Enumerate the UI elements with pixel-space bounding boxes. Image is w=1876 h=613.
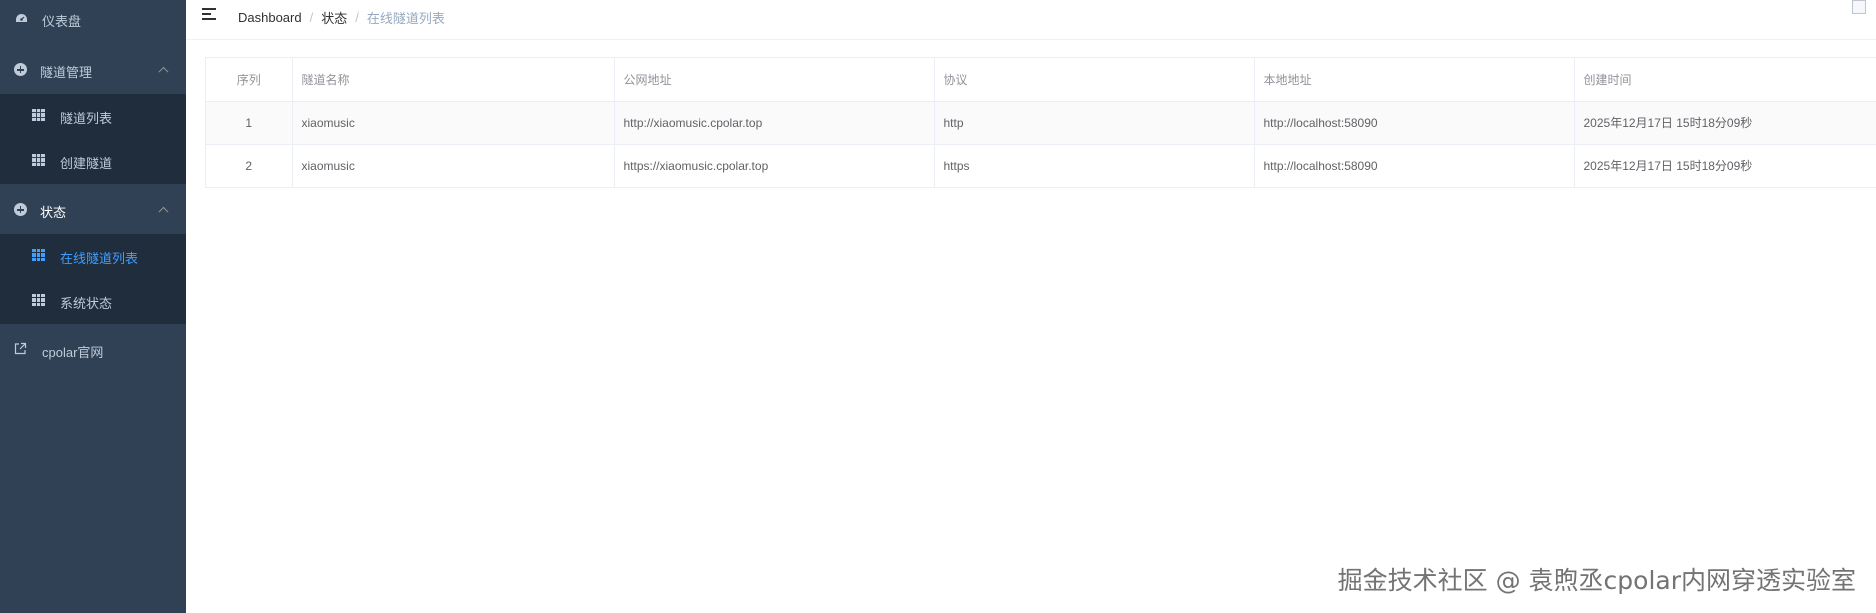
breadcrumb-separator: / <box>355 10 359 25</box>
plus-circle-icon <box>14 63 27 76</box>
sidebar-item-label: 状态 <box>40 205 67 220</box>
column-header-name: 隧道名称 <box>292 58 615 102</box>
submenu-tunnel-management: 隧道列表 创建隧道 <box>0 94 186 184</box>
table-icon <box>32 249 46 263</box>
plus-circle-icon <box>14 203 27 216</box>
table-row: 2 xiaomusic https://xiaomusic.cpolar.top… <box>206 144 1876 188</box>
breadcrumb: Dashboard / 状态 / 在线隧道列表 <box>238 8 445 27</box>
sidebar: 仪表盘 隧道管理 隧道列表 创建隧道 状态 在线隧道列表 系统状态 cpolar… <box>0 0 186 613</box>
cell-public-url: https://xiaomusic.cpolar.top <box>614 144 935 188</box>
cell-index: 1 <box>206 101 293 145</box>
table-icon <box>32 154 46 168</box>
avatar[interactable] <box>1852 0 1866 14</box>
sidebar-item-tunnel-list[interactable]: 隧道列表 <box>0 94 186 139</box>
cell-created-time: 2025年12月17日 15时18分09秒 <box>1574 144 1876 188</box>
table-row: 1 xiaomusic http://xiaomusic.cpolar.top … <box>206 101 1876 145</box>
app-window: 仪表盘 隧道管理 隧道列表 创建隧道 状态 在线隧道列表 系统状态 cpolar… <box>0 0 1876 613</box>
submenu-status: 在线隧道列表 系统状态 <box>0 234 186 324</box>
sidebar-item-status[interactable]: 状态 <box>0 190 186 230</box>
sidebar-item-create-tunnel[interactable]: 创建隧道 <box>0 139 186 184</box>
table-icon <box>32 294 46 308</box>
cell-index: 2 <box>206 144 293 188</box>
hamburger-icon[interactable] <box>202 8 216 20</box>
cell-protocol: https <box>934 144 1255 188</box>
sidebar-item-label: 创建隧道 <box>60 156 113 171</box>
watermark: 掘金技术社区 @ 袁煦丞cpolar内网穿透实验室 <box>1337 566 1856 595</box>
sidebar-item-dashboard[interactable]: 仪表盘 <box>0 0 186 38</box>
cell-local-address: http://localhost:58090 <box>1254 101 1575 145</box>
sidebar-item-tunnel-management[interactable]: 隧道管理 <box>0 50 186 90</box>
column-header-index: 序列 <box>206 58 293 102</box>
sidebar-item-label: 在线隧道列表 <box>60 251 139 266</box>
main-content: Dashboard / 状态 / 在线隧道列表 序列 隧道名称 公网地址 协议 <box>186 0 1876 613</box>
breadcrumb-current: 在线隧道列表 <box>366 11 445 26</box>
cell-created-time: 2025年12月17日 15时18分09秒 <box>1574 101 1876 145</box>
column-header-protocol: 协议 <box>934 58 1255 102</box>
cell-protocol: http <box>934 101 1255 145</box>
column-header-public-url: 公网地址 <box>614 58 935 102</box>
cell-name: xiaomusic <box>292 144 615 188</box>
breadcrumb-dashboard[interactable]: Dashboard <box>238 10 302 25</box>
table-icon <box>32 109 46 123</box>
sidebar-item-label: 仪表盘 <box>42 14 82 29</box>
sidebar-item-label: 隧道列表 <box>60 111 113 126</box>
cell-public-url: http://xiaomusic.cpolar.top <box>614 101 935 145</box>
chevron-up-icon <box>158 206 169 217</box>
chevron-up-icon <box>158 66 169 77</box>
column-header-local-address: 本地地址 <box>1254 58 1575 102</box>
cell-name: xiaomusic <box>292 101 615 145</box>
sidebar-item-label: 隧道管理 <box>40 65 93 80</box>
sidebar-item-online-tunnels[interactable]: 在线隧道列表 <box>0 234 186 279</box>
breadcrumb-separator: / <box>309 10 314 25</box>
column-header-created-time: 创建时间 <box>1574 58 1876 102</box>
dashboard-icon <box>14 12 28 24</box>
sidebar-item-cpolar-website[interactable]: cpolar官网 <box>0 330 186 370</box>
sidebar-item-system-status[interactable]: 系统状态 <box>0 279 186 324</box>
navbar: Dashboard / 状态 / 在线隧道列表 <box>186 0 1876 40</box>
cell-local-address: http://localhost:58090 <box>1254 144 1575 188</box>
external-link-icon <box>14 342 27 355</box>
online-tunnels-table: 序列 隧道名称 公网地址 协议 本地地址 创建时间 1 xiaomusic ht… <box>205 57 1876 188</box>
table-header-row: 序列 隧道名称 公网地址 协议 本地地址 创建时间 <box>206 58 1876 102</box>
sidebar-item-label: 系统状态 <box>60 296 113 311</box>
sidebar-item-label: cpolar官网 <box>42 345 104 360</box>
breadcrumb-status[interactable]: 状态 <box>321 8 347 27</box>
